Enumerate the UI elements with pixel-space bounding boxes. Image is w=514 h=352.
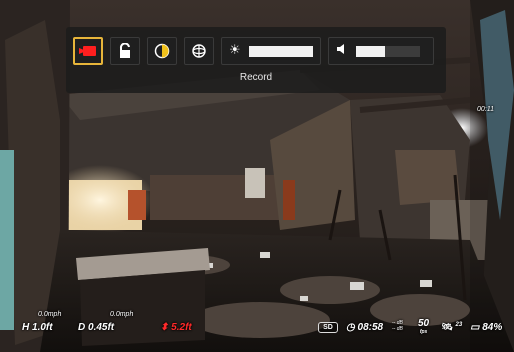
obstacle-warning: ⬍ 5.2ft: [160, 322, 192, 333]
fps-readout: 50 fps: [418, 319, 429, 337]
speaker-icon: [336, 43, 348, 59]
satellite-count: 23: [455, 322, 463, 328]
sun-icon: ☀: [229, 43, 241, 58]
timestamp: 00:11: [477, 106, 494, 113]
contrast-button[interactable]: [147, 37, 177, 65]
record-mode-icon: [79, 46, 96, 56]
warning-value: 5.2ft: [171, 322, 192, 333]
volume-slider[interactable]: [328, 37, 434, 65]
lock-button[interactable]: [110, 37, 140, 65]
gimbal-icon: [192, 44, 206, 58]
brightness-fill: [249, 46, 313, 57]
toolbar-mode-label: Record: [239, 72, 273, 83]
volume-track[interactable]: [356, 46, 420, 57]
fps-value: 50: [418, 318, 430, 329]
battery-value: 84%: [482, 322, 503, 333]
volume-fill: [356, 46, 385, 57]
warning-icon: ⬍: [160, 322, 169, 333]
clock-readout: ◷ 08:58: [346, 322, 383, 333]
camera-toolbar: ☀ Record: [66, 27, 446, 93]
brightness-slider[interactable]: ☀: [221, 37, 321, 65]
contrast-icon: [154, 43, 170, 59]
battery-icon: ▭: [470, 322, 480, 333]
satellite-readout: 🛰 23: [440, 322, 462, 333]
clock-icon: ◷: [346, 322, 355, 333]
fps-unit: fps: [419, 329, 428, 335]
signal-bottom: -- dB: [392, 326, 403, 332]
unlock-icon: [120, 43, 130, 58]
battery-readout: ▭ 84%: [470, 322, 502, 333]
signal-readout: -- dB -- dB: [392, 320, 403, 332]
clock-value: 08:58: [357, 322, 384, 333]
gimbal-button[interactable]: [184, 37, 214, 65]
depth-label: D: [78, 322, 86, 333]
height-value: 1.0ft: [32, 322, 53, 333]
brightness-track[interactable]: [249, 46, 313, 57]
speed-readout: 0.0mph: [110, 311, 134, 318]
record-mode-button[interactable]: [73, 37, 103, 65]
satellite-icon: 🛰: [440, 322, 453, 333]
height-readout: H 1.0ft: [22, 322, 53, 333]
height-label: H: [22, 322, 30, 333]
distance-readout: 0.0mph: [38, 311, 62, 318]
depth-value: 0.45ft: [88, 322, 115, 333]
depth-readout: D 0.45ft: [78, 322, 114, 333]
mode-badge: SD: [318, 322, 338, 333]
